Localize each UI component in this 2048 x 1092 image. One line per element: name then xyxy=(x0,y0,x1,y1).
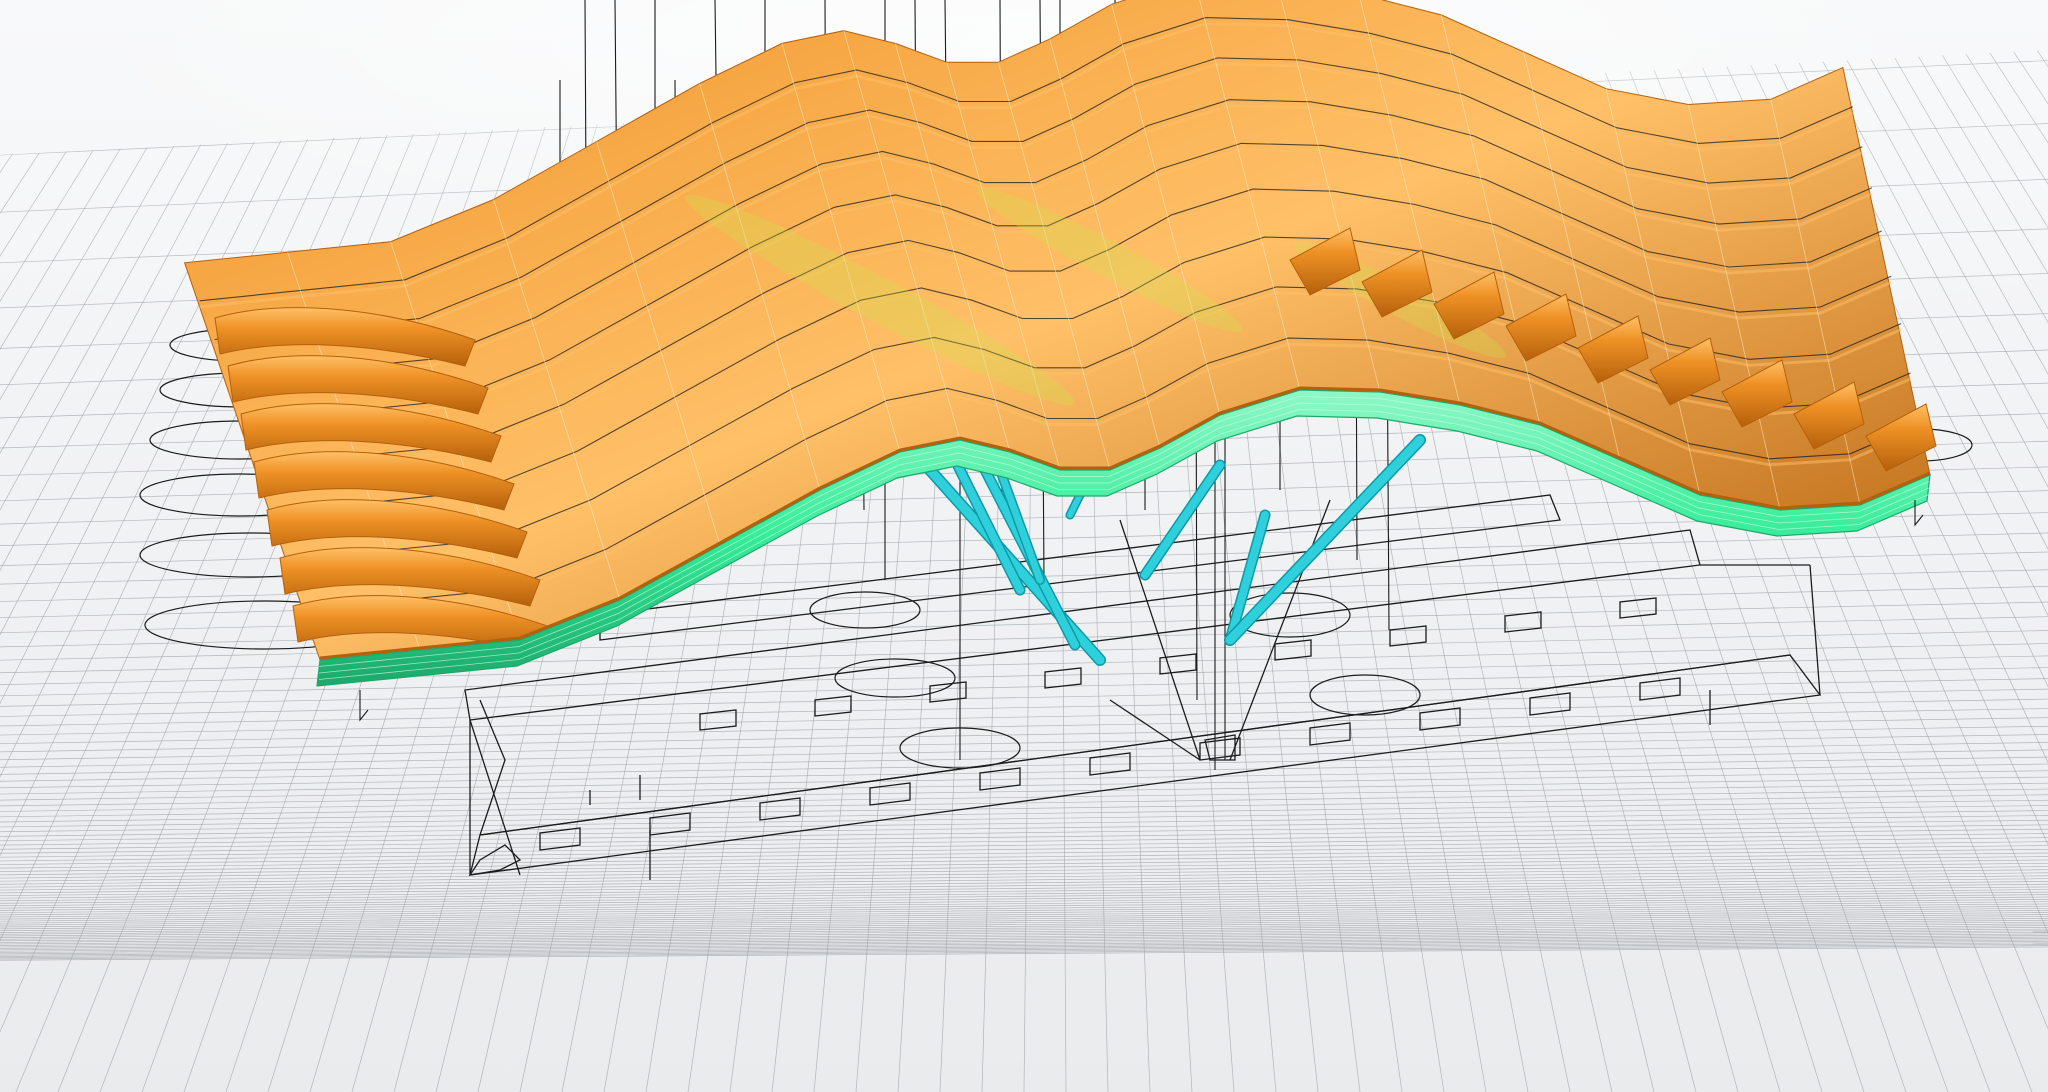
3d-viewport[interactable] xyxy=(0,0,2048,1092)
